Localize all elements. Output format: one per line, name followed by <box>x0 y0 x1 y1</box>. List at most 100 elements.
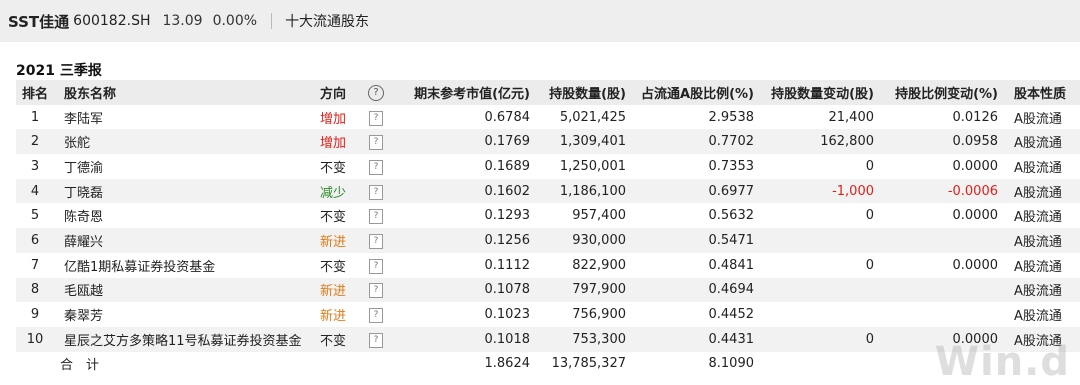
col-header-market-value[interactable]: 期末参考市值(亿元) <box>390 80 536 105</box>
row-ratio: 0.6977 <box>708 183 755 199</box>
row-shares: 930,000 <box>572 232 626 248</box>
row-holder-name[interactable]: 李陆军 <box>54 105 320 130</box>
row-market-value: 0.6784 <box>484 109 531 125</box>
row-holder-name[interactable]: 星辰之艾方多策略11号私募证券投资基金 <box>54 327 320 352</box>
top-holders-table: 排名 股东名称 方向 ? 期末参考市值(亿元) 持股数量(股) 占流通A股比例(… <box>16 80 1080 376</box>
detail-icon[interactable]: ? <box>369 184 383 200</box>
detail-icon[interactable]: ? <box>369 308 383 324</box>
row-detail-icon-cell[interactable]: ? <box>362 179 390 204</box>
row-detail-icon-cell[interactable]: ? <box>362 203 390 228</box>
table-row[interactable]: 8 毛瓯越 新进? 0.1078 797,900 0.4694 A股流通 <box>16 277 1080 303</box>
row-detail-icon-cell[interactable]: ? <box>362 129 390 154</box>
row-direction: 新进 <box>320 234 347 250</box>
row-ratio-change <box>880 228 1004 253</box>
row-holder-name[interactable]: 张舵 <box>54 129 320 154</box>
row-holder-name[interactable]: 丁晓磊 <box>54 179 320 204</box>
row-share-type: A股流通 <box>1014 160 1062 176</box>
col-header-ratio[interactable]: 占流通A股比例(%) <box>632 80 760 105</box>
stock-header-bar: SST佳通 600182.SH 13.09 0.00% 十大流通股东 <box>0 0 1080 42</box>
row-detail-icon-cell[interactable]: ? <box>362 253 390 278</box>
row-ratio: 0.4694 <box>708 282 755 298</box>
row-shares: 756,900 <box>572 307 626 323</box>
table-row[interactable]: 6 薛耀兴 新进? 0.1256 930,000 0.5471 A股流通 <box>16 228 1080 253</box>
detail-icon[interactable]: ? <box>369 209 383 225</box>
row-holder-name[interactable]: 薛耀兴 <box>54 228 320 253</box>
col-header-direction[interactable]: 方向 <box>320 80 362 105</box>
table-row[interactable]: 7 亿酷1期私募证券投资基金 不变? 0.1112 822,900 0.4841 0 0.00… <box>16 253 1080 278</box>
row-detail-icon-cell[interactable]: ? <box>362 154 390 179</box>
row-detail-icon-cell[interactable]: ? <box>362 105 390 130</box>
row-ratio: 0.5471 <box>708 232 755 248</box>
row-detail-icon-cell[interactable]: ? <box>362 278 390 303</box>
row-holder-name[interactable]: 秦翠芳 <box>54 302 320 327</box>
row-shares: 1,186,100 <box>559 183 626 199</box>
row-rank: 1 <box>30 109 40 125</box>
row-ratio-change <box>880 278 1004 303</box>
row-detail-icon-cell[interactable]: ? <box>362 228 390 253</box>
row-ratio: 0.7353 <box>708 158 755 174</box>
report-period-title: 2021 三季报 <box>16 63 102 79</box>
row-shares-change: 0 <box>865 331 874 347</box>
row-shares-change: 162,800 <box>820 134 874 150</box>
total-ratio: 8.1090 <box>708 356 755 372</box>
row-share-type: A股流通 <box>1014 309 1062 325</box>
detail-icon[interactable]: ? <box>369 283 383 299</box>
col-header-ratio-change[interactable]: 持股比例变动(%) <box>880 80 1004 105</box>
help-icon[interactable]: ? <box>368 84 384 101</box>
col-header-share-type[interactable]: 股本性质 <box>1004 80 1080 105</box>
row-shares-change <box>760 278 880 303</box>
row-share-type: A股流通 <box>1014 234 1062 250</box>
row-shares-change: 0 <box>865 208 874 224</box>
row-market-value: 0.1112 <box>484 257 531 273</box>
row-shares: 753,300 <box>572 331 626 347</box>
row-ratio-change: 0.0000 <box>952 257 999 273</box>
detail-icon[interactable]: ? <box>369 233 383 249</box>
row-market-value: 0.1689 <box>484 158 531 174</box>
row-ratio: 0.4452 <box>708 307 755 323</box>
row-detail-icon-cell[interactable]: ? <box>362 327 390 352</box>
col-header-help[interactable]: ? <box>362 80 390 105</box>
row-rank: 8 <box>30 282 40 298</box>
row-ratio-change: -0.0006 <box>947 183 998 199</box>
row-holder-name[interactable]: 丁德渝 <box>54 154 320 179</box>
table-row[interactable]: 5 陈奇恩 不变? 0.1293 957,400 0.5632 0 0.0000 A股流通 <box>16 203 1080 228</box>
stock-name[interactable]: SST佳通 <box>8 11 69 32</box>
row-holder-name[interactable]: 毛瓯越 <box>54 278 320 303</box>
total-row: 合 计 1.8624 13,785,327 8.1090 <box>16 352 1080 377</box>
row-shares-change: 21,400 <box>828 109 875 125</box>
detail-icon[interactable]: ? <box>369 110 383 126</box>
row-market-value: 0.1018 <box>484 331 531 347</box>
detail-icon[interactable]: ? <box>369 332 383 348</box>
row-rank: 4 <box>30 183 40 199</box>
row-direction: 减少 <box>320 185 347 201</box>
detail-icon[interactable]: ? <box>369 258 383 274</box>
col-header-shares-change[interactable]: 持股数量变动(股) <box>760 80 880 105</box>
row-holder-name[interactable]: 亿酷1期私募证券投资基金 <box>54 253 320 278</box>
row-shares-change: 0 <box>865 158 874 174</box>
detail-icon[interactable]: ? <box>369 159 383 175</box>
table-row[interactable]: 1 李陆军 增加? 0.6784 5,021,425 2.9538 21,400 0.0126… <box>16 105 1080 130</box>
table-row[interactable]: 9 秦翠芳 新进? 0.1023 756,900 0.4452 A股流通 <box>16 302 1080 327</box>
table-row[interactable]: 10 星辰之艾方多策略11号私募证券投资基金 不变? 0.1018 753,300 0.4… <box>16 326 1080 352</box>
row-ratio-change <box>880 302 1004 327</box>
col-header-shares[interactable]: 持股数量(股) <box>536 80 632 105</box>
row-direction: 增加 <box>320 111 347 127</box>
row-shares: 1,250,001 <box>559 158 626 174</box>
row-share-type: A股流通 <box>1014 136 1062 152</box>
row-detail-icon-cell[interactable]: ? <box>362 302 390 327</box>
row-ratio-change: 0.0000 <box>952 158 999 174</box>
row-rank: 5 <box>30 208 40 224</box>
row-market-value: 0.1023 <box>484 307 531 323</box>
row-holder-name[interactable]: 陈奇恩 <box>54 203 320 228</box>
row-shares-change: -1,000 <box>832 183 874 199</box>
table-row[interactable]: 3 丁德渝 不变? 0.1689 1,250,001 0.7353 0 0.0000 A股流通 <box>16 154 1080 179</box>
row-ratio-change: 0.0958 <box>952 134 999 150</box>
row-share-type: A股流通 <box>1014 185 1062 201</box>
table-row[interactable]: 4 丁晓磊 减少? 0.1602 1,186,100 0.6977 -1,000 -0.000… <box>16 178 1080 204</box>
table-row[interactable]: 2 张舵 增加? 0.1769 1,309,401 0.7702 162,800 0.0958… <box>16 129 1080 155</box>
col-header-rank[interactable]: 排名 <box>16 80 54 105</box>
detail-icon[interactable]: ? <box>369 135 383 151</box>
col-header-holder[interactable]: 股东名称 <box>54 80 320 105</box>
row-shares: 5,021,425 <box>559 109 626 125</box>
row-ratio: 2.9538 <box>708 109 755 125</box>
